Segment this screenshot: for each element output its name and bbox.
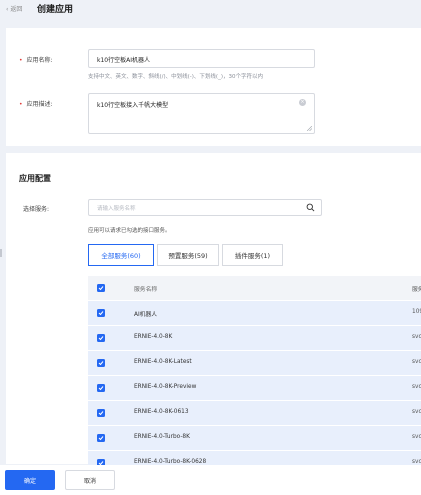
table-row[interactable]: AI机器人 109 — [88, 301, 421, 325]
resize-handle-icon[interactable] — [307, 126, 312, 131]
row-service-extra: svcp — [412, 434, 421, 440]
row-service-name: ERNIE-4.0-Turbo-8K — [134, 434, 190, 440]
footer-bar: 确定 取消 — [0, 465, 421, 495]
required-mark: • — [19, 57, 23, 64]
app-desc-value: k10行空板接入千帆大模型 — [97, 102, 169, 109]
page-title: 创建应用 — [37, 5, 74, 15]
check-icon — [98, 336, 104, 341]
check-icon — [98, 311, 104, 316]
section-title: 应用配置 — [19, 174, 51, 183]
row-service-extra: 109 — [412, 309, 421, 315]
tab-plugin-services[interactable]: 插件服务(1) — [222, 244, 283, 266]
app-desc-textarea[interactable]: k10行空板接入千帆大模型 × — [88, 93, 315, 134]
search-icon[interactable] — [306, 203, 315, 212]
table-row[interactable]: ERNIE-4.0-8K-Latest svcp — [88, 351, 421, 375]
row-service-name: ERNIE-4.0-8K-Latest — [134, 359, 192, 365]
row-service-name: ERNIE-4.0-8K-Preview — [134, 384, 197, 390]
row-checkbox[interactable] — [97, 434, 105, 442]
table-header-row: 服务名称 服务 — [88, 276, 421, 300]
row-checkbox[interactable] — [97, 334, 105, 342]
back-label: 返回 — [10, 6, 23, 13]
check-icon — [98, 411, 104, 416]
required-mark: • — [19, 101, 23, 108]
row-service-name: AI机器人 — [134, 312, 158, 318]
row-checkbox[interactable] — [97, 384, 105, 392]
search-placeholder: 请输入服务名称 — [97, 206, 136, 212]
service-search-input[interactable]: 请输入服务名称 — [88, 199, 322, 216]
select-all-checkbox[interactable] — [97, 284, 105, 292]
row-service-name: ERNIE-4.0-8K — [134, 334, 173, 340]
collapse-handle-icon[interactable] — [0, 249, 2, 257]
row-checkbox[interactable] — [97, 309, 105, 317]
service-label: 选择服务: — [23, 206, 50, 213]
row-service-extra: svcp — [412, 334, 421, 340]
check-icon — [98, 361, 104, 366]
check-icon — [98, 286, 104, 291]
chevron-left-icon: ‹ — [6, 6, 9, 13]
service-tabs: 全部服务(60) 预置服务(59) 插件服务(1) — [88, 244, 286, 266]
basic-info-card: • 应用名称: k10行空板AI机器人 支持中文、英文、数字、斜线(/)、中划线(… — [6, 28, 421, 146]
table-row[interactable]: ERNIE-4.0-Turbo-8K svcp — [88, 426, 421, 450]
confirm-button[interactable]: 确定 — [5, 470, 55, 490]
header-service-name: 服务名称 — [134, 287, 158, 293]
app-name-input[interactable]: k10行空板AI机器人 — [88, 49, 315, 68]
row-service-extra: svcp — [412, 359, 421, 365]
tab-preset-services[interactable]: 预置服务(59) — [157, 244, 219, 266]
app-name-label-text: 应用名称: — [26, 57, 53, 64]
back-link[interactable]: ‹ 返回 — [6, 4, 22, 13]
check-icon — [98, 386, 104, 391]
row-service-extra: svcp — [412, 409, 421, 415]
api-hint: 应用可以请求已勾选的接口服务。 — [88, 228, 171, 234]
app-name-label: • 应用名称: — [19, 55, 53, 64]
app-desc-label: • 应用描述: — [19, 99, 53, 108]
table-row[interactable]: ERNIE-4.0-8K svcp — [88, 326, 421, 350]
app-name-hint: 支持中文、英文、数字、斜线(/)、中划线(-)、下划线(_)，30个字符以内 — [88, 74, 263, 80]
service-table: 服务名称 服务 AI机器人 109 ERNIE-4.0-8K svcp ERNI… — [88, 276, 421, 476]
clear-icon[interactable]: × — [299, 99, 306, 106]
cancel-button[interactable]: 取消 — [65, 470, 115, 490]
row-checkbox[interactable] — [97, 409, 105, 417]
top-bar: ‹ 返回 创建应用 — [0, 0, 421, 20]
check-icon — [98, 436, 104, 441]
app-name-value: k10行空板AI机器人 — [97, 57, 150, 64]
app-desc-label-text: 应用描述: — [26, 101, 53, 108]
table-row[interactable]: ERNIE-4.0-8K-0613 svcp — [88, 401, 421, 425]
header-service-extra: 服务 — [412, 287, 421, 293]
row-service-extra: svcp — [412, 384, 421, 390]
row-service-name: ERNIE-4.0-8K-0613 — [134, 409, 189, 415]
row-checkbox[interactable] — [97, 359, 105, 367]
app-config-card: 应用配置 选择服务: 请输入服务名称 应用可以请求已勾选的接口服务。 全部服务(… — [6, 153, 421, 475]
table-row[interactable]: ERNIE-4.0-8K-Preview svcp — [88, 376, 421, 400]
tab-all-services[interactable]: 全部服务(60) — [88, 244, 154, 266]
